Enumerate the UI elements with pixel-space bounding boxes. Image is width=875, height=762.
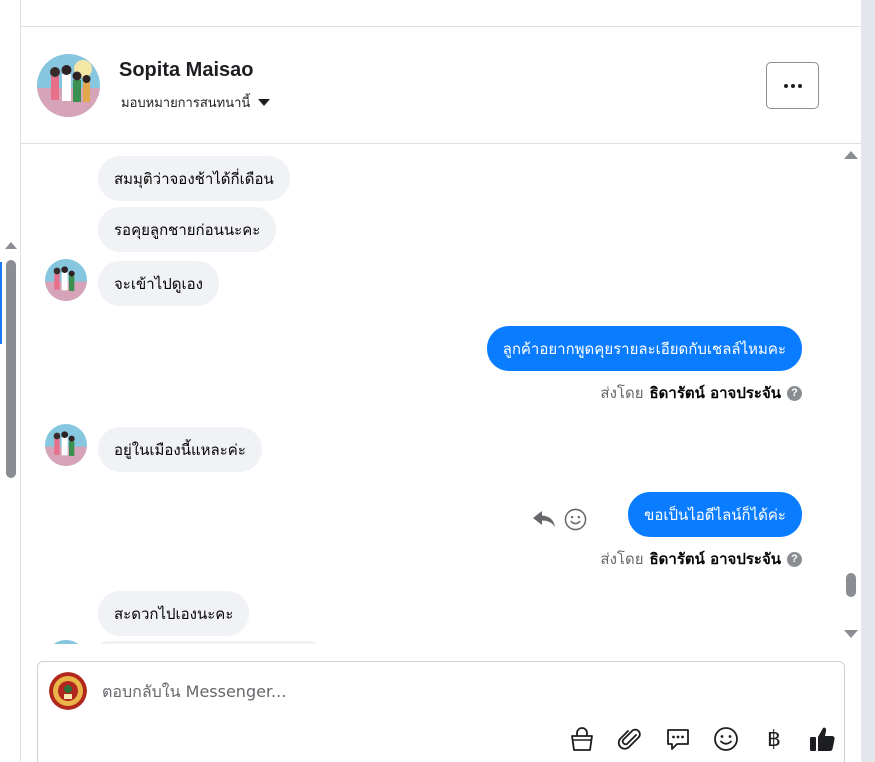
more-icon — [783, 83, 788, 88]
like-icon — [810, 727, 835, 751]
sent-by-agent: ธิดารัตน์ อาจประจัน — [649, 550, 782, 568]
message-bubble-incoming[interactable]: สมมุติว่าจองช้าได้กี่เดือน — [98, 156, 290, 201]
conversation-panel: Sopita Maisao มอบหมายการสนทนานี้ สมมุติว… — [21, 27, 861, 762]
payment-button[interactable]: ฿ — [750, 722, 798, 756]
more-icon-dot — [790, 83, 795, 88]
left-edge-highlight — [0, 262, 2, 344]
reply-input[interactable] — [102, 682, 802, 701]
sent-by-prefix: ส่งโดย — [600, 384, 644, 402]
sent-by-label: ส่งโดย ธิดารัตน์ อาจประจัน ? — [600, 381, 802, 405]
contact-avatar-small[interactable] — [45, 640, 87, 644]
thread-scrollbar-thumb[interactable] — [846, 573, 856, 597]
right-gutter — [861, 0, 875, 762]
saved-reply-icon — [667, 729, 689, 750]
message-bubble-outgoing[interactable]: ขอเป็นไอดีไลน์ก็ได้ค่ะ — [628, 492, 802, 537]
more-options-button[interactable] — [766, 62, 819, 109]
attach-button[interactable] — [606, 722, 654, 756]
message-bubble-incoming[interactable]: จะเข้าไปดูเอง — [98, 261, 219, 306]
left-panel-edge — [0, 0, 21, 762]
message-bubble-partial — [98, 641, 320, 644]
emoji-button[interactable] — [702, 722, 750, 756]
emoji-icon — [714, 727, 738, 751]
contact-name[interactable]: Sopita Maisao — [119, 59, 253, 82]
help-icon[interactable]: ? — [787, 551, 802, 567]
contact-avatar-small[interactable] — [45, 259, 87, 301]
conversation-header: Sopita Maisao มอบหมายการสนทนานี้ — [21, 27, 861, 144]
top-bar — [21, 0, 861, 27]
more-icon-dot — [797, 83, 802, 88]
sent-by-label: ส่งโดย ธิดารัตน์ อาจประจัน ? — [600, 547, 802, 571]
message-bubble-outgoing[interactable]: ลูกค้าอยากพูดคุยรายละเอียดกับเชลล์ไหมคะ — [486, 326, 802, 371]
assign-conversation-label: มอบหมายการสนทนานี้ — [121, 96, 251, 111]
like-button[interactable] — [798, 722, 846, 756]
contact-avatar[interactable] — [37, 54, 100, 117]
saved-replies-button[interactable] — [654, 722, 702, 756]
contact-avatar-small[interactable] — [45, 424, 87, 466]
shop-bag-icon — [571, 727, 593, 751]
message-bubble-incoming[interactable]: อยู่ในเมืองนี้แหละค่ะ — [98, 427, 262, 472]
reply-icon[interactable] — [532, 509, 556, 529]
message-thread[interactable]: สมมุติว่าจองช้าได้กี่เดือน รอคุยลูกชายก่… — [21, 145, 861, 644]
baht-icon: ฿ — [767, 726, 781, 752]
assign-conversation-dropdown[interactable]: มอบหมายการสนทนานี้ — [121, 92, 271, 113]
sent-by-prefix: ส่งโดย — [600, 550, 644, 568]
thread-scroll-down-arrow[interactable] — [844, 630, 858, 638]
page-avatar — [49, 672, 87, 710]
message-bubble-incoming[interactable]: รอคุยลูกชายก่อนนะคะ — [98, 207, 277, 252]
message-bubble-incoming[interactable]: สะดวกไปเองนะคะ — [98, 591, 250, 636]
reaction-icon[interactable] — [564, 508, 587, 531]
composer-toolbar: ฿ — [558, 722, 846, 756]
help-icon[interactable]: ? — [787, 385, 802, 401]
caret-down-icon — [258, 99, 271, 106]
shop-button[interactable] — [558, 722, 606, 756]
sent-by-agent: ธิดารัตน์ อาจประจัน — [649, 384, 782, 402]
left-scrollbar-thumb[interactable] — [6, 260, 16, 478]
reply-composer: ฿ — [37, 661, 845, 762]
left-scroll-up-arrow[interactable] — [5, 242, 17, 249]
attachment-icon — [617, 728, 641, 750]
thread-scroll-up-arrow[interactable] — [844, 151, 858, 159]
